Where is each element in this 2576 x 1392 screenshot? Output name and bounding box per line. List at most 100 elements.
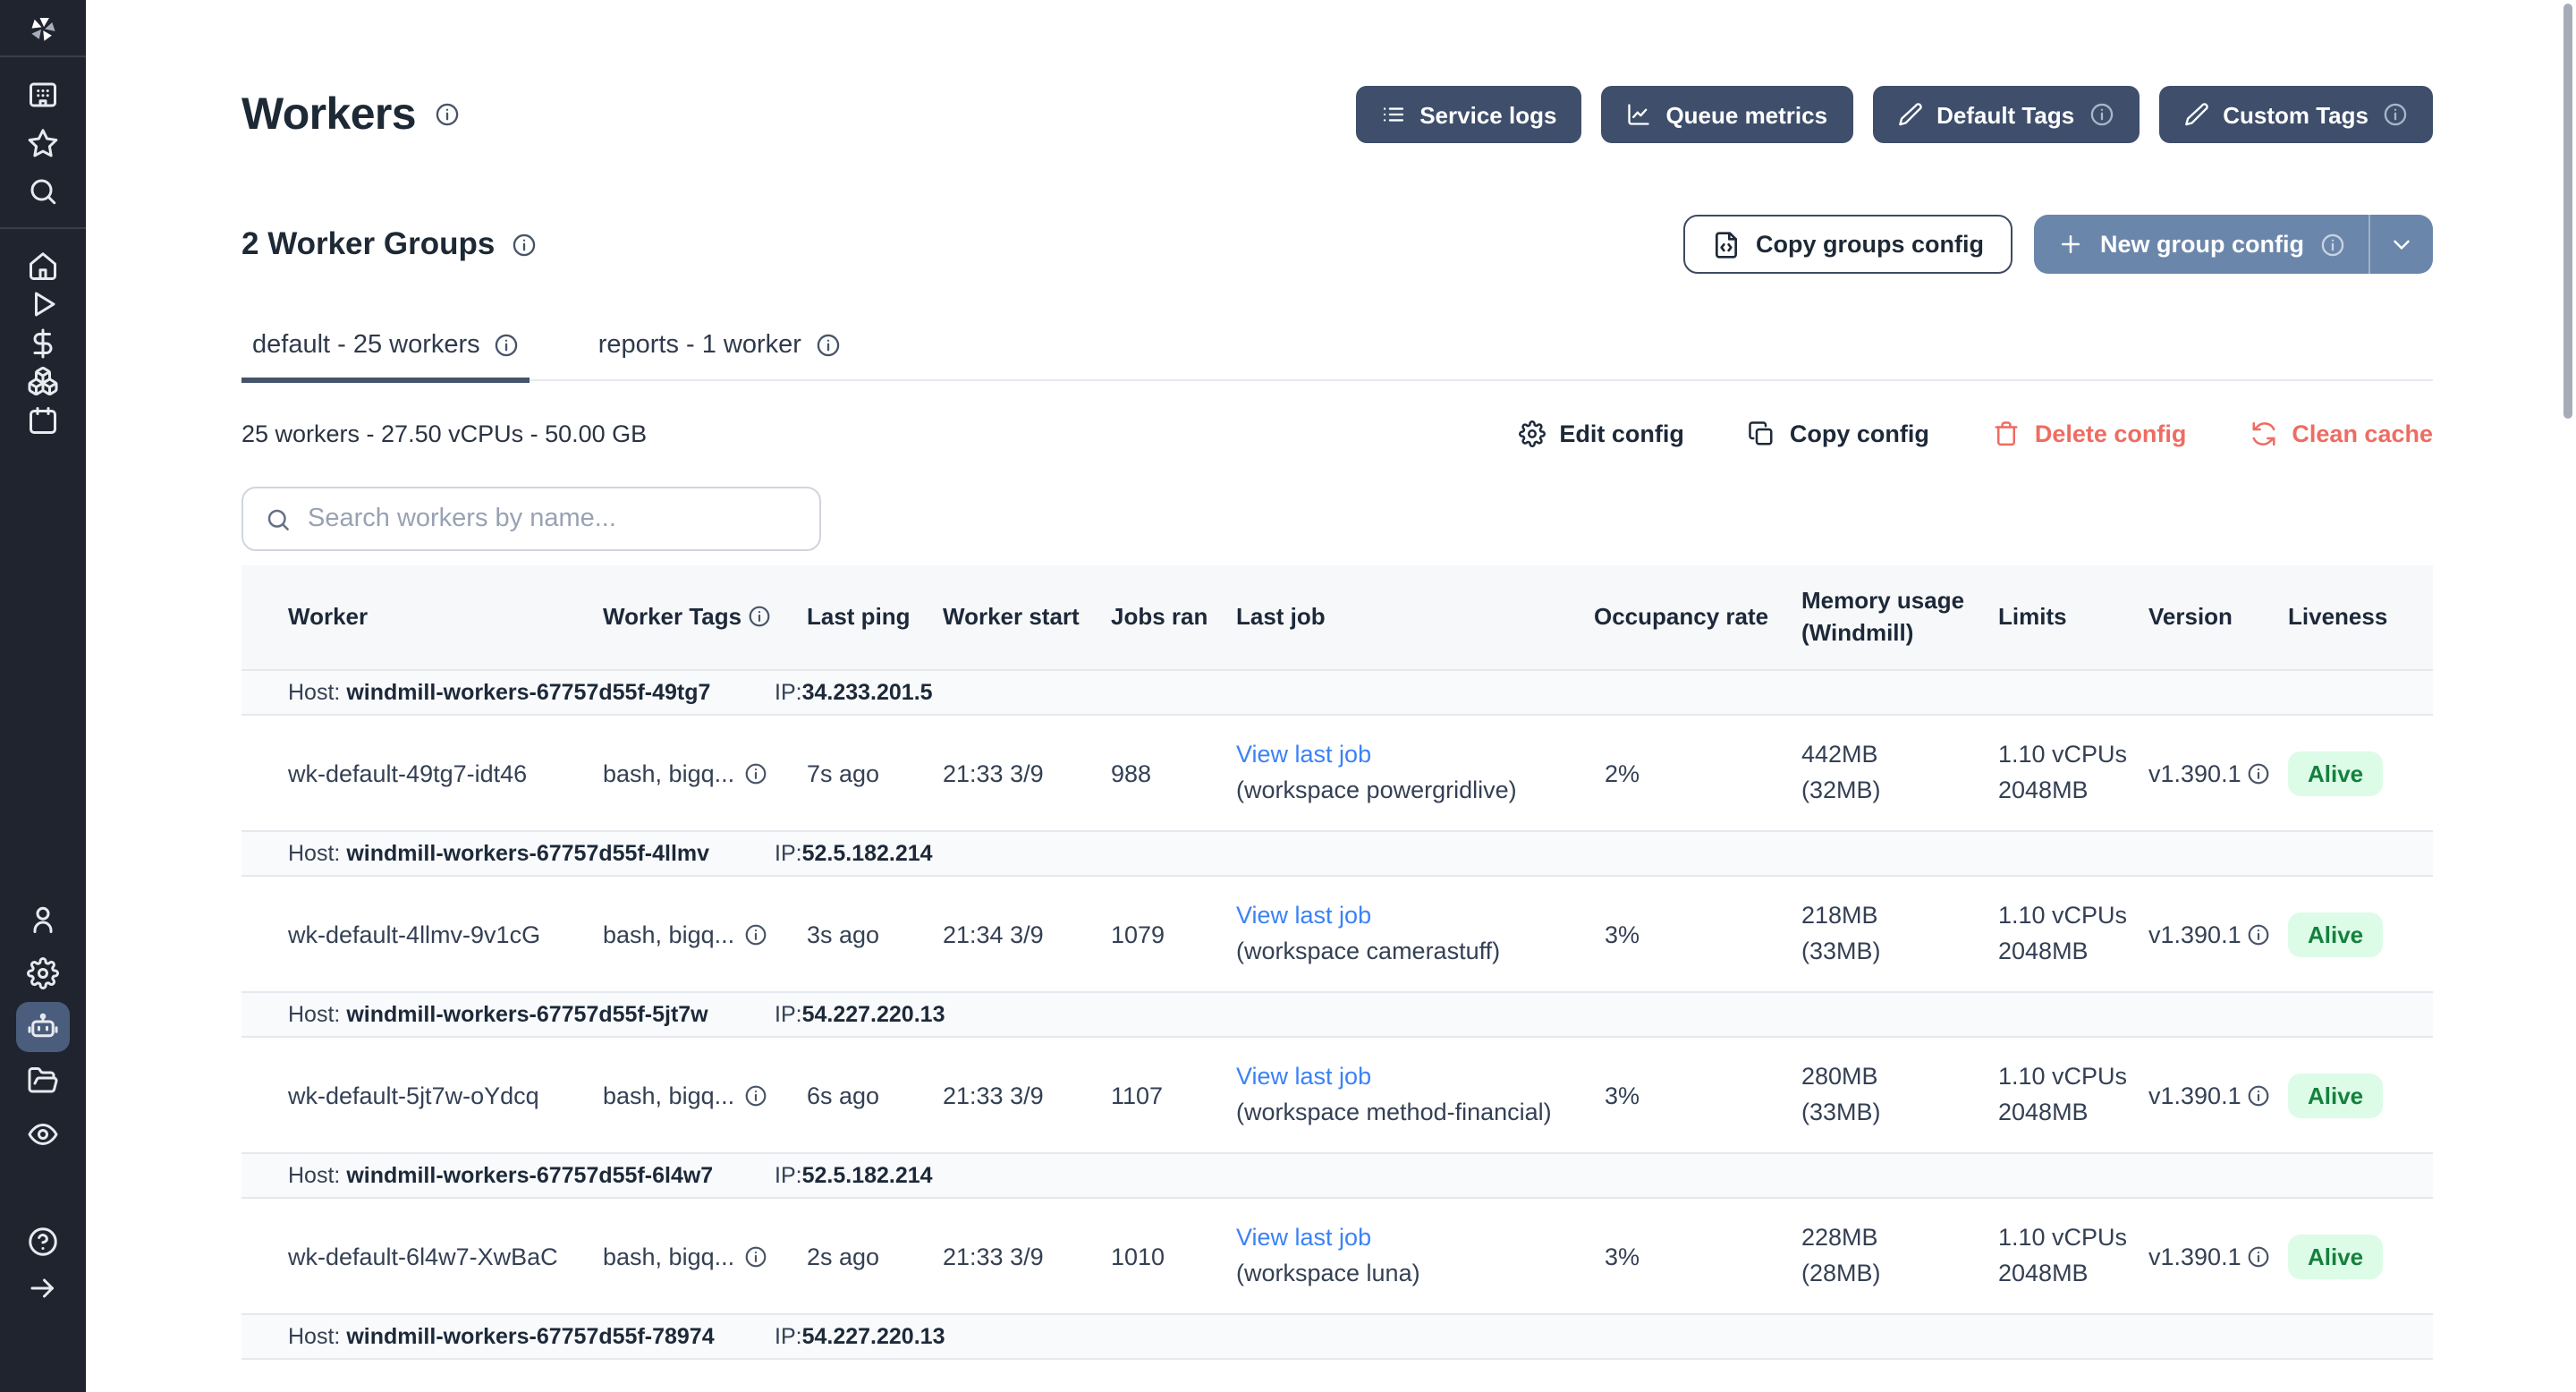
workers-info-icon[interactable] <box>434 102 459 127</box>
bot-icon <box>16 1002 70 1052</box>
header-button-queue-metrics[interactable]: Queue metrics <box>1601 86 1852 143</box>
info-icon[interactable] <box>2383 102 2408 127</box>
info-icon[interactable] <box>2320 232 2345 257</box>
delete-config-button[interactable]: Delete config <box>1994 420 2187 447</box>
new-group-config-button[interactable]: New group config <box>2034 215 2433 274</box>
limits: 1.10 vCPUs2048MB <box>1998 898 2148 971</box>
column-header-label: Memory usage (Windmill) <box>1801 588 1964 646</box>
sidebar-item-search[interactable] <box>0 166 86 215</box>
worker-groups-info-icon[interactable] <box>511 232 536 257</box>
memory-total: 280MB <box>1801 1059 1980 1096</box>
memory-windmill: (33MB) <box>1801 934 1980 971</box>
last-job-workspace: (workspace powergridlive) <box>1236 773 1576 810</box>
sidebar-item-schedules[interactable] <box>0 401 86 439</box>
search-input[interactable] <box>308 505 798 533</box>
action-label: Edit config <box>1559 420 1684 447</box>
copy-config-button[interactable]: Copy config <box>1749 420 1929 447</box>
column-header-worker-tags: Worker Tags <box>603 601 807 632</box>
host-ip: IP:34.233.201.5 <box>775 680 933 705</box>
column-header-label: Worker <box>288 603 368 630</box>
copy-groups-config-button[interactable]: Copy groups config <box>1682 215 2012 274</box>
info-icon[interactable] <box>2247 922 2270 946</box>
info-icon[interactable] <box>2247 761 2270 785</box>
plus-icon <box>2057 231 2084 258</box>
worker-name: wk-default-4llmv-9v1cG <box>288 921 603 947</box>
group-summary: 25 workers - 27.50 vCPUs - 50.00 GB <box>242 420 647 447</box>
sidebar-item-expand[interactable] <box>0 1265 86 1311</box>
liveness-badge: Alive <box>2288 912 2383 956</box>
info-icon[interactable] <box>748 605 771 628</box>
last-job-workspace: (workspace luna) <box>1236 1256 1576 1293</box>
jobs-ran: 1010 <box>1111 1243 1236 1269</box>
refresh-icon <box>2250 420 2277 447</box>
column-header-limits: Limits <box>1998 601 2148 632</box>
sidebar-item-folders[interactable] <box>0 1054 86 1108</box>
info-icon[interactable] <box>495 333 520 358</box>
worker-name: wk-default-49tg7-idt46 <box>288 760 603 786</box>
sidebar-item-apps[interactable] <box>0 70 86 118</box>
scrollbar-thumb[interactable] <box>2563 4 2572 419</box>
header-button-default-tags[interactable]: Default Tags <box>1872 86 2139 143</box>
chevron-down-icon[interactable] <box>2370 215 2433 274</box>
view-last-job-link[interactable]: View last job <box>1236 902 1371 929</box>
view-last-job-link[interactable]: View last job <box>1236 1063 1371 1090</box>
tab-default[interactable]: default - 25 workers <box>242 320 530 383</box>
sidebar-item-settings[interactable] <box>0 946 86 1000</box>
sidebar-top-section <box>0 57 86 227</box>
sidebar-item-users[interactable] <box>0 893 86 946</box>
calendar-icon <box>16 395 70 446</box>
version: v1.390.1 <box>2148 1082 2288 1108</box>
tab-reports[interactable]: reports - 1 worker <box>588 320 852 383</box>
version-text: v1.390.1 <box>2148 921 2241 947</box>
info-icon[interactable] <box>2089 102 2114 127</box>
view-last-job-link[interactable]: View last job <box>1236 1224 1371 1251</box>
table-header-row: WorkerWorker Tags Last pingWorker startJ… <box>242 565 2433 669</box>
limits-memory: 2048MB <box>1998 1095 2131 1132</box>
sidebar-item-favorites[interactable] <box>0 118 86 166</box>
worker-start: 21:34 3/9 <box>943 921 1111 947</box>
info-icon[interactable] <box>743 922 767 946</box>
info-icon[interactable] <box>743 1244 767 1268</box>
info-icon[interactable] <box>816 333 841 358</box>
info-icon[interactable] <box>2247 1244 2270 1268</box>
memory-usage: 228MB(28MB) <box>1801 1220 1998 1293</box>
trash-icon <box>1994 420 2021 447</box>
header-button-service-logs[interactable]: Service logs <box>1355 86 1581 143</box>
host-ip: IP:52.5.182.214 <box>775 841 933 866</box>
last-job: View last job (workspace method-financial… <box>1236 1059 1594 1132</box>
sidebar-item-help[interactable] <box>0 1218 86 1265</box>
info-icon[interactable] <box>743 1083 767 1107</box>
column-header-last-ping: Last ping <box>807 601 943 632</box>
view-last-job-link[interactable]: View last job <box>1236 741 1371 768</box>
clean-cache-button[interactable]: Clean cache <box>2250 420 2433 447</box>
sidebar-item-workers[interactable] <box>0 1000 86 1054</box>
info-icon[interactable] <box>2247 1083 2270 1107</box>
limits-cpu: 1.10 vCPUs <box>1998 1220 2131 1257</box>
chart-icon <box>1626 102 1651 127</box>
last-job-workspace: (workspace method-financial) <box>1236 1095 1576 1132</box>
liveness: Alive <box>2288 912 2433 956</box>
worker-row: wk-default-5jt7w-oYdcqbash, bigq...6s ag… <box>242 1038 2433 1152</box>
worker-tags-text: bash, bigq... <box>603 1243 734 1269</box>
search-box <box>242 487 821 551</box>
limits: 1.10 vCPUs2048MB <box>1998 737 2148 810</box>
memory-total: 218MB <box>1801 898 1980 935</box>
windmill-logo-icon[interactable] <box>0 0 86 55</box>
sidebar-item-audit-logs[interactable] <box>0 1108 86 1161</box>
column-header-worker: Worker <box>288 601 603 632</box>
sidebar-bottom-section <box>0 893 86 1161</box>
host-ip: IP:52.5.182.214 <box>775 1163 933 1188</box>
column-header-worker-start: Worker start <box>943 601 1111 632</box>
header-button-custom-tags[interactable]: Custom Tags <box>2158 86 2433 143</box>
info-icon[interactable] <box>743 761 767 785</box>
limits-cpu: 1.10 vCPUs <box>1998 1059 2131 1096</box>
workers-page: Workers Service logsQueue metricsDefault… <box>0 0 2576 1392</box>
host-ip: IP:54.227.220.13 <box>775 1324 945 1349</box>
worker-tags-text: bash, bigq... <box>603 1082 734 1108</box>
edit-config-button[interactable]: Edit config <box>1518 420 1684 447</box>
worker-start: 21:33 3/9 <box>943 1082 1111 1108</box>
limits-memory: 2048MB <box>1998 1256 2131 1293</box>
liveness-badge: Alive <box>2288 1073 2383 1117</box>
sidebar-footer-section <box>0 1218 86 1311</box>
table-body: Host: windmill-workers-67757d55f-49tg7IP… <box>242 669 2433 1360</box>
